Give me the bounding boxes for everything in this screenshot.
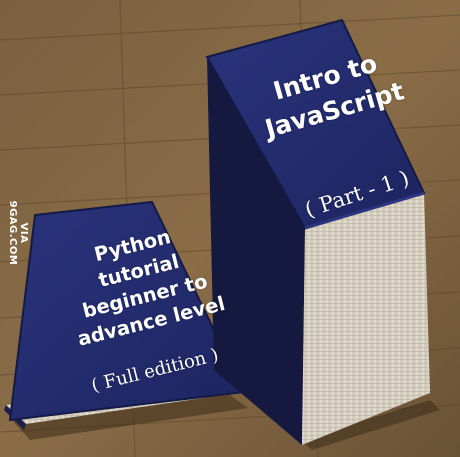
meme-image: VIA 9GAG.COM Python tutorial beginner to… <box>0 0 460 457</box>
watermark-text: VIA 9GAG.COM <box>7 200 29 266</box>
